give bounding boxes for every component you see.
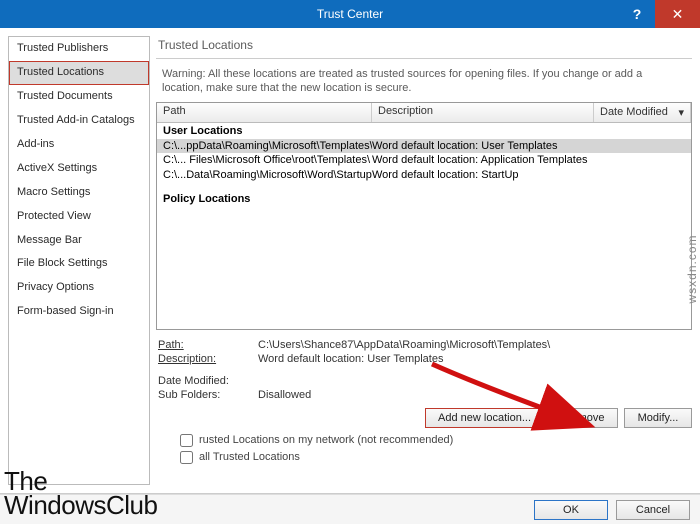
warning-text: Warning: All these locations are treated… xyxy=(156,59,692,102)
sidebar-item-message-bar[interactable]: Message Bar xyxy=(9,229,149,253)
main-pane: Trusted Locations Warning: All these loc… xyxy=(156,36,692,485)
detail-subfolders-value: Disallowed xyxy=(258,389,690,401)
sidebar-item-trusted-documents[interactable]: Trusted Documents xyxy=(9,85,149,109)
row-desc: Word default location: Application Templ… xyxy=(372,153,685,168)
sidebar-item-trusted-locations[interactable]: Trusted Locations xyxy=(9,61,149,85)
footer: OK Cancel xyxy=(0,494,700,524)
detail-path-label: Path: xyxy=(158,339,258,351)
group-user-locations: User Locations xyxy=(157,123,691,139)
remove-button[interactable]: Remove xyxy=(550,408,618,428)
pane-title: Trusted Locations xyxy=(156,36,692,59)
help-button[interactable]: ? xyxy=(619,0,655,28)
add-location-button[interactable]: Add new location... xyxy=(425,408,544,428)
sidebar: Trusted Publishers Trusted Locations Tru… xyxy=(8,36,150,485)
sidebar-item-addins[interactable]: Add-ins xyxy=(9,133,149,157)
sidebar-item-trusted-addins[interactable]: Trusted Add-in Catalogs xyxy=(9,109,149,133)
detail-subfolders-label: Sub Folders: xyxy=(158,389,258,401)
col-path[interactable]: Path xyxy=(157,103,372,122)
detail-desc-label: Description: xyxy=(158,353,258,365)
col-date-label: Date Modified xyxy=(600,106,668,118)
ok-button[interactable]: OK xyxy=(534,500,608,520)
sort-chevron-icon: ▾ xyxy=(678,106,684,119)
table-row[interactable]: C:\...ppData\Roaming\Microsoft\Templates… xyxy=(157,139,691,154)
network-checkbox[interactable] xyxy=(180,434,193,447)
row-path: C:\... Files\Microsoft Office\root\Templ… xyxy=(163,153,372,168)
sidebar-item-trusted-publishers[interactable]: Trusted Publishers xyxy=(9,37,149,61)
check-network-row[interactable]: rusted Locations on my network (not reco… xyxy=(156,432,692,449)
dialog-body: Trusted Publishers Trusted Locations Tru… xyxy=(0,28,700,494)
sidebar-item-form-signin[interactable]: Form-based Sign-in xyxy=(9,300,149,324)
col-description[interactable]: Description xyxy=(372,103,594,122)
sidebar-item-privacy[interactable]: Privacy Options xyxy=(9,276,149,300)
cancel-button[interactable]: Cancel xyxy=(616,500,690,520)
detail-date-label: Date Modified: xyxy=(158,375,258,387)
action-buttons: Add new location... Remove Modify... xyxy=(156,402,692,432)
col-date-modified[interactable]: Date Modified ▾ xyxy=(594,103,691,122)
row-desc: Word default location: StartUp xyxy=(372,168,685,183)
table-header: Path Description Date Modified ▾ xyxy=(157,103,691,123)
close-button[interactable]: ✕ xyxy=(655,0,700,28)
detail-path-value: C:\Users\Shance87\AppData\Roaming\Micros… xyxy=(258,339,690,351)
group-policy-locations: Policy Locations xyxy=(157,191,691,207)
check-disable-row[interactable]: all Trusted Locations xyxy=(156,449,692,466)
locations-table: Path Description Date Modified ▾ User Lo… xyxy=(156,102,692,330)
titlebar: Trust Center ? ✕ xyxy=(0,0,700,28)
row-desc: Word default location: User Templates xyxy=(372,139,685,154)
sidebar-item-activex[interactable]: ActiveX Settings xyxy=(9,157,149,181)
sidebar-item-macro[interactable]: Macro Settings xyxy=(9,181,149,205)
sidebar-item-protected-view[interactable]: Protected View xyxy=(9,205,149,229)
modify-button[interactable]: Modify... xyxy=(624,408,692,428)
disable-checkbox[interactable] xyxy=(180,451,193,464)
row-path: C:\...ppData\Roaming\Microsoft\Templates… xyxy=(163,139,372,154)
sidebar-item-file-block[interactable]: File Block Settings xyxy=(9,252,149,276)
network-checkbox-label: rusted Locations on my network (not reco… xyxy=(199,434,453,446)
detail-desc-value: Word default location: User Templates xyxy=(258,353,690,365)
table-row[interactable]: C:\... Files\Microsoft Office\root\Templ… xyxy=(157,153,691,168)
table-body[interactable]: User Locations C:\...ppData\Roaming\Micr… xyxy=(157,123,691,329)
row-path: C:\...Data\Roaming\Microsoft\Word\Startu… xyxy=(163,168,372,183)
disable-checkbox-label: all Trusted Locations xyxy=(199,451,300,463)
detail-date-value xyxy=(258,375,690,387)
table-row[interactable]: C:\...Data\Roaming\Microsoft\Word\Startu… xyxy=(157,168,691,183)
details: Path: C:\Users\Shance87\AppData\Roaming\… xyxy=(156,330,692,402)
window-title: Trust Center xyxy=(317,7,383,21)
